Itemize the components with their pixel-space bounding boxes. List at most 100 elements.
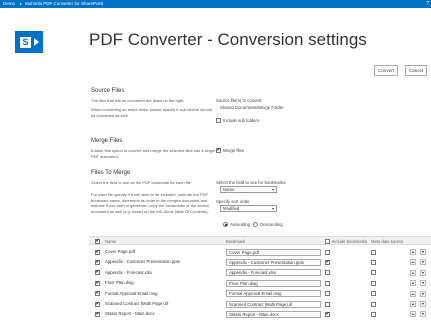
row-meta-data-checkbox[interactable] (371, 270, 376, 276)
include-bookmarks-all-checkbox[interactable] (325, 239, 330, 244)
table-row: Status Report - Main.docx Status Report -… (89, 309, 431, 319)
header-bookmark: Bookmark (226, 239, 245, 244)
select-all-checkbox[interactable] (95, 238, 100, 244)
chevron-down-icon: ▾ (272, 188, 274, 192)
row-name: Floor Plan.dwg (105, 280, 134, 286)
cancel-button[interactable]: Cancel (405, 65, 427, 76)
chevron-down-icon: ▾ (272, 207, 274, 211)
help-icon[interactable]: ? (426, 0, 429, 8)
row-include-bookmarks-checkbox[interactable] (325, 249, 330, 255)
move-up-icon[interactable]: ▲ (410, 290, 416, 297)
table-row: Cover Page.pdf Cover Page.pdf ▲ ▼ (89, 247, 431, 257)
row-include-checkbox[interactable] (95, 259, 100, 265)
row-include-checkbox[interactable] (95, 249, 100, 255)
page-title: PDF Converter - Conversion settings (89, 30, 367, 49)
move-up-icon[interactable]: ▲ (410, 301, 416, 307)
move-up-icon[interactable]: ▲ (410, 269, 416, 276)
ascending-label: Ascending (230, 222, 251, 227)
source-files-desc1: The files that will be converted are lis… (91, 98, 185, 103)
bookmark-field-select[interactable]: Name ▾ (220, 186, 277, 193)
row-meta-data-checkbox[interactable] (371, 301, 376, 307)
move-up-icon[interactable]: ▲ (410, 311, 416, 318)
bookmark-field-label: Select the field to use for bookmarks (216, 180, 286, 185)
source-files-title: Source Files (91, 88, 125, 94)
source-files-label: Source file(s) to convert: (216, 98, 263, 103)
row-name: Appendix - Customer Presentation.pptx (105, 259, 180, 265)
row-include-bookmarks-checkbox[interactable] (325, 311, 330, 317)
move-up-icon[interactable]: ▲ (410, 249, 416, 255)
row-bookmark-input[interactable]: Cover Page.pdf (226, 248, 321, 256)
sharepoint-s-icon: S (20, 37, 31, 48)
row-bookmark-input[interactable]: Status Report - Main.docx (226, 310, 321, 318)
row-bookmark-input[interactable]: Appendix - Customer Presentation.pptx (226, 258, 321, 266)
row-name: Formal Approval Email.msg (105, 290, 158, 296)
sort-order-select[interactable]: Modified ▾ (220, 205, 277, 212)
move-up-icon[interactable]: ▲ (410, 259, 416, 266)
row-meta-data-checkbox[interactable] (371, 259, 376, 265)
source-files-desc2: When converting an entire folder please … (91, 107, 212, 118)
header-meta-data: Meta data source (371, 239, 404, 244)
ascending-radio[interactable] (223, 222, 228, 227)
include-subfolders-checkbox[interactable] (216, 118, 221, 123)
table-row: Appendix - Customer Presentation.pptx App… (89, 257, 431, 267)
move-down-icon[interactable]: ▼ (420, 259, 426, 266)
files-to-merge-title: Files To Merge (91, 170, 131, 176)
files-to-merge-desc1: Select the field to use as the PDF bookm… (91, 180, 192, 185)
move-down-icon[interactable]: ▼ (420, 311, 426, 318)
row-meta-data-checkbox[interactable] (371, 280, 376, 286)
breadcrumb-demo[interactable]: Demo (3, 0, 15, 8)
table-row: Floor Plan.dwg Floor Plan.dwg ▲ ▼ (89, 278, 431, 288)
files-to-merge-desc2: For each file specify if it will need to… (91, 192, 210, 214)
table-row: Scanned Contract (Multi Page).tif Scanned… (89, 299, 431, 309)
row-include-bookmarks-checkbox[interactable] (325, 259, 330, 265)
row-bookmark-input[interactable]: Appendix - Forecast.xlsx (226, 269, 321, 277)
breadcrumb-muhimbi[interactable]: Muhimbi PDF Converter for SharePoint (25, 0, 103, 8)
convert-button[interactable]: Convert (374, 65, 398, 76)
bookmark-field-value: Name (223, 187, 235, 192)
row-include-bookmarks-checkbox[interactable] (325, 270, 330, 276)
include-subfolders-label: Include sub folders (223, 118, 260, 123)
move-down-icon[interactable]: ▼ (420, 301, 426, 307)
row-name: Status Report - Main.docx (105, 311, 155, 317)
row-include-bookmarks-checkbox[interactable] (325, 291, 330, 297)
move-up-icon[interactable]: ▲ (410, 280, 416, 287)
row-name: Cover Page.pdf (105, 249, 135, 254)
move-down-icon[interactable]: ▼ (420, 280, 426, 287)
suite-bar: Demo ▸ Muhimbi PDF Converter for SharePo… (0, 0, 431, 8)
table-row: Appendix - Forecast.xlsx Appendix - Forec… (89, 268, 431, 278)
row-include-checkbox[interactable] (95, 269, 100, 276)
breadcrumb-separator-icon: ▸ (20, 1, 23, 6)
row-include-checkbox[interactable] (95, 280, 100, 286)
row-include-checkbox[interactable] (95, 290, 100, 297)
move-down-icon[interactable]: ▼ (420, 249, 426, 255)
merge-files-label: Merge files (223, 148, 245, 153)
sort-order-value: Modified (223, 206, 240, 211)
table-row: Formal Approval Email.msg Formal Approval… (89, 289, 431, 299)
row-meta-data-checkbox[interactable] (371, 311, 376, 317)
row-name: Appendix - Forecast.xlsx (105, 269, 153, 275)
row-bookmark-input[interactable]: Floor Plan.dwg (226, 279, 321, 287)
row-include-checkbox[interactable] (95, 301, 100, 307)
source-path: Shared Documents/Merge Folder (220, 105, 284, 110)
row-name: Scanned Contract (Multi Page).tif (105, 301, 169, 306)
row-bookmark-input[interactable]: Formal Approval Email.msg (226, 290, 321, 298)
descending-radio[interactable] (253, 222, 258, 227)
row-meta-data-checkbox[interactable] (371, 249, 376, 255)
move-down-icon[interactable]: ▼ (420, 269, 426, 276)
merge-files-desc: Enable this option to convert and merge … (91, 148, 216, 159)
sort-order-label: Specify sort order (216, 199, 250, 204)
row-bookmark-input[interactable]: Scanned Contract (Multi Page).tif (226, 300, 321, 308)
row-include-bookmarks-checkbox[interactable] (325, 301, 330, 307)
merge-files-title: Merge Files (91, 138, 123, 144)
descending-label: Descending (260, 222, 283, 227)
row-include-bookmarks-checkbox[interactable] (325, 280, 330, 286)
sharepoint-logo[interactable]: S (15, 31, 43, 53)
merge-files-checkbox[interactable] (216, 147, 221, 153)
row-include-checkbox[interactable] (95, 311, 100, 317)
header-name: Name (105, 239, 117, 244)
grid-header: Name Bookmark Include bookmarks Meta dat… (89, 236, 431, 245)
header-include-bookmarks: Include bookmarks (332, 239, 368, 244)
move-down-icon[interactable]: ▼ (420, 290, 426, 297)
sharepoint-arrow-icon (34, 38, 39, 46)
row-meta-data-checkbox[interactable] (371, 291, 376, 297)
